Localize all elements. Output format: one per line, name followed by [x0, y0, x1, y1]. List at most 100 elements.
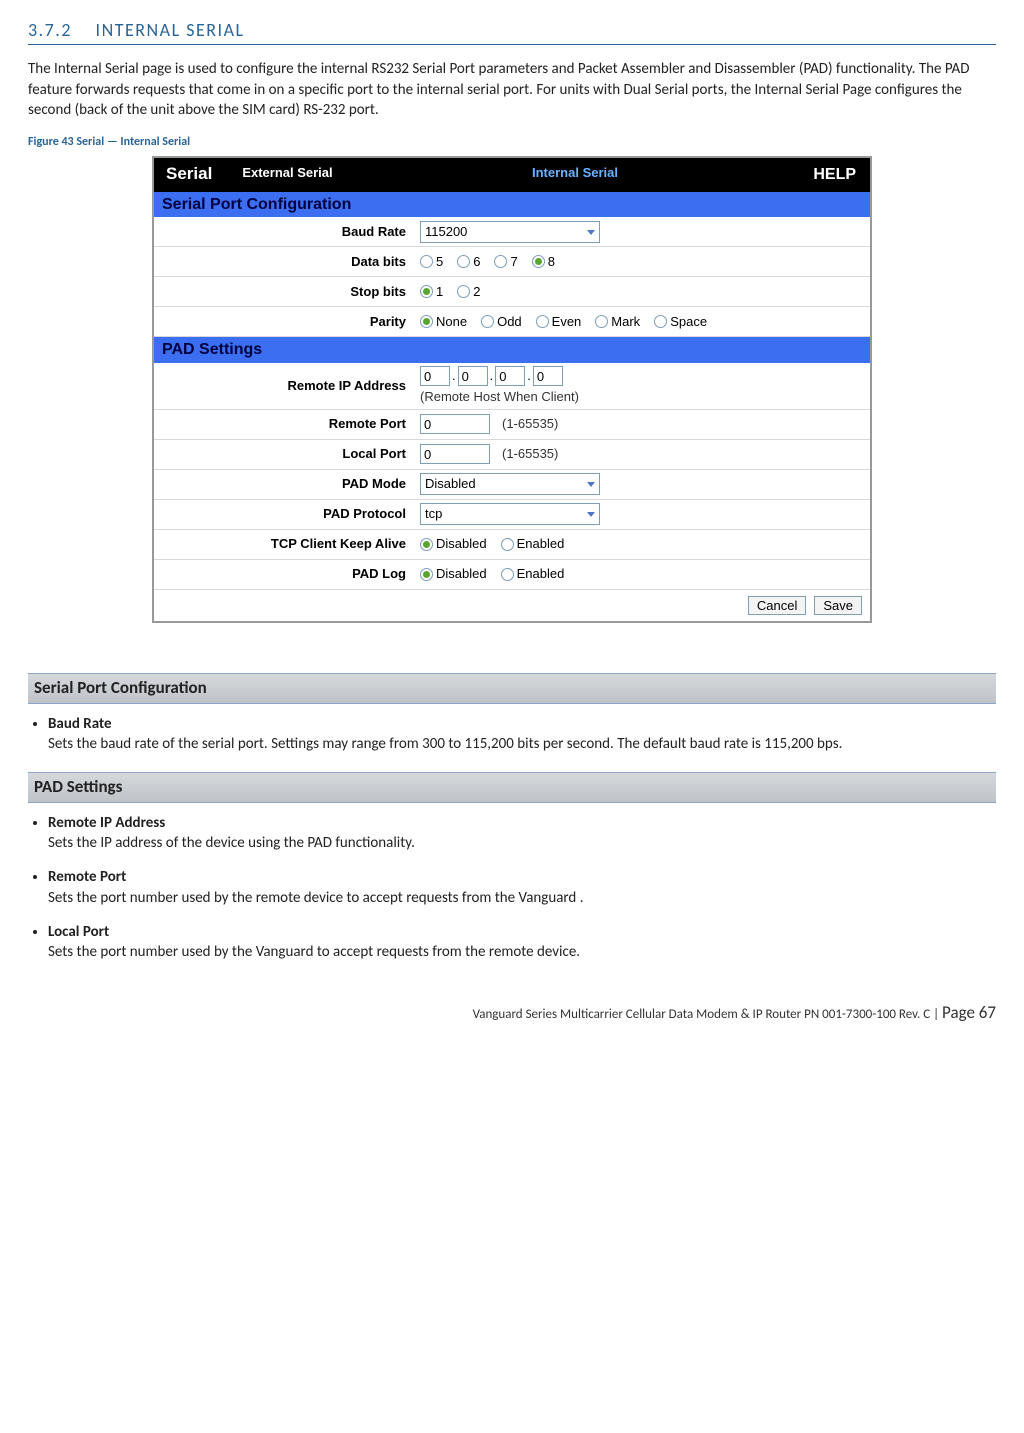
select-pad-protocol[interactable]: tcp [420, 503, 600, 525]
pad-log-option-disabled[interactable]: Disabled [420, 565, 487, 583]
serial-port-config-definition: Sets the baud rate of the serial port. S… [48, 734, 996, 754]
parity-option-none[interactable]: None [420, 313, 467, 331]
save-button[interactable]: Save [814, 596, 862, 615]
row-data-bits: Data bits 5 6 78 [154, 247, 870, 277]
pad-settings-header: PAD Settings [28, 772, 996, 803]
data-bits-option-label: 7 [510, 253, 517, 271]
pad-log-option-label: Enabled [517, 565, 565, 583]
section-number: 3.7.2 [28, 19, 72, 41]
page-number: Page 67 [942, 1002, 996, 1023]
select-baud-rate[interactable]: 115200 [420, 221, 600, 243]
label-data-bits: Data bits [154, 249, 414, 275]
pad-settings-list: Remote IP AddressSets the IP address of … [48, 813, 996, 963]
parity-option-label: Mark [611, 313, 640, 331]
row-baud-rate: Baud Rate 115200 [154, 217, 870, 247]
section-bar-pad-settings: PAD Settings [154, 337, 870, 363]
figure-caption: Figure 43 Serial — Internal Serial [28, 134, 996, 150]
row-local-port: Local Port (1-65535) [154, 440, 870, 470]
tcp-keepalive-option-label: Enabled [517, 535, 565, 553]
remote-port-hint: (1-65535) [502, 415, 558, 433]
serial-port-config-header: Serial Port Configuration [28, 673, 996, 704]
pad-settings-item: Remote IP AddressSets the IP address of … [48, 813, 996, 854]
stop-bits-option-label: 1 [436, 283, 443, 301]
pad-settings-definition: Sets the port number used by the remote … [48, 888, 996, 908]
serial-port-config-block: Serial Port Configuration Baud RateSets … [28, 673, 996, 754]
tcp-keepalive-option-disabled[interactable]: Disabled [420, 535, 487, 553]
section-heading: 3.7.2 INTERNAL SERIAL [28, 18, 996, 45]
radio-icon [501, 568, 514, 581]
pad-settings-term: Local Port [48, 923, 109, 941]
radio-icon [536, 315, 549, 328]
label-parity: Parity [154, 309, 414, 335]
input-local-port[interactable] [420, 444, 490, 464]
radio-icon [420, 315, 433, 328]
pad-settings-block: PAD Settings Remote IP AddressSets the I… [28, 772, 996, 962]
pad-settings-item: Remote Port Sets the port number used by … [48, 867, 996, 908]
radio-icon [420, 568, 433, 581]
input-remote-port[interactable] [420, 414, 490, 434]
pad-settings-definition: Sets the port number used by the Vanguar… [48, 942, 996, 962]
data-bits-option-label: 5 [436, 253, 443, 271]
radio-icon [457, 285, 470, 298]
panel-header: Serial External Serial Internal Serial H… [154, 158, 870, 192]
cancel-button[interactable]: Cancel [748, 596, 806, 615]
radio-icon [420, 255, 433, 268]
tcp-keepalive-option-enabled[interactable]: Enabled [501, 535, 565, 553]
input-remote-ip-octet-1[interactable] [420, 366, 450, 386]
data-bits-option-label: 6 [473, 253, 480, 271]
help-link[interactable]: HELP [799, 158, 870, 192]
data-bits-option-5[interactable]: 5 [420, 253, 443, 271]
spacer [351, 158, 514, 192]
data-bits-option-6[interactable]: 6 [457, 253, 480, 271]
label-local-port: Local Port [154, 441, 414, 467]
label-tcp-keepalive: TCP Client Keep Alive [154, 531, 414, 557]
radio-icon [481, 315, 494, 328]
select-pad-mode[interactable]: Disabled [420, 473, 600, 495]
input-remote-ip-octet-2[interactable] [458, 366, 488, 386]
pad-log-option-enabled[interactable]: Enabled [501, 565, 565, 583]
section-bar-serial-port: Serial Port Configuration [154, 192, 870, 218]
tab-internal-serial[interactable]: Internal Serial [514, 158, 636, 192]
label-remote-ip: Remote IP Address [154, 373, 414, 399]
ip-dot: . [452, 367, 456, 385]
ip-dot: . [490, 367, 494, 385]
pad-settings-term: Remote Port [48, 868, 126, 886]
radio-icon [501, 538, 514, 551]
serial-port-config-item: Baud RateSets the baud rate of the seria… [48, 714, 996, 755]
serial-port-config-list: Baud RateSets the baud rate of the seria… [48, 714, 996, 755]
pad-log-option-label: Disabled [436, 565, 487, 583]
radio-icon [420, 538, 433, 551]
screenshot-container: Serial External Serial Internal Serial H… [28, 156, 996, 622]
parity-option-odd[interactable]: Odd [481, 313, 522, 331]
stop-bits-option-2[interactable]: 2 [457, 283, 480, 301]
input-remote-ip-octet-4[interactable] [533, 366, 563, 386]
panel-title: Serial [154, 158, 224, 192]
label-baud-rate: Baud Rate [154, 219, 414, 245]
button-row: Cancel Save [154, 590, 870, 621]
row-remote-port: Remote Port (1-65535) [154, 410, 870, 440]
label-remote-port: Remote Port [154, 411, 414, 437]
stop-bits-option-label: 2 [473, 283, 480, 301]
input-remote-ip-octet-3[interactable] [495, 366, 525, 386]
row-pad-mode: PAD Mode Disabled [154, 470, 870, 500]
data-bits-option-8[interactable]: 8 [532, 253, 555, 271]
row-pad-log: PAD Log Disabled Enabled [154, 560, 870, 590]
parity-option-mark[interactable]: Mark [595, 313, 640, 331]
parity-option-even[interactable]: Even [536, 313, 582, 331]
section-title: INTERNAL SERIAL [96, 19, 245, 41]
tab-external-serial[interactable]: External Serial [224, 158, 350, 192]
radio-icon [494, 255, 507, 268]
radio-icon [457, 255, 470, 268]
stop-bits-option-1[interactable]: 1 [420, 283, 443, 301]
intro-paragraph: The Internal Serial page is used to conf… [28, 59, 996, 120]
row-remote-ip: Remote IP Address ... (Remote Host When … [154, 363, 870, 410]
data-bits-option-7[interactable]: 7 [494, 253, 517, 271]
pad-settings-term: Remote IP Address [48, 814, 165, 832]
parity-option-label: Odd [497, 313, 522, 331]
row-parity: Parity None Odd Even Mark Space [154, 307, 870, 337]
footer-text: Vanguard Series Multicarrier Cellular Da… [473, 1007, 931, 1022]
row-stop-bits: Stop bits 12 [154, 277, 870, 307]
label-pad-mode: PAD Mode [154, 471, 414, 497]
parity-option-space[interactable]: Space [654, 313, 707, 331]
label-pad-log: PAD Log [154, 561, 414, 587]
